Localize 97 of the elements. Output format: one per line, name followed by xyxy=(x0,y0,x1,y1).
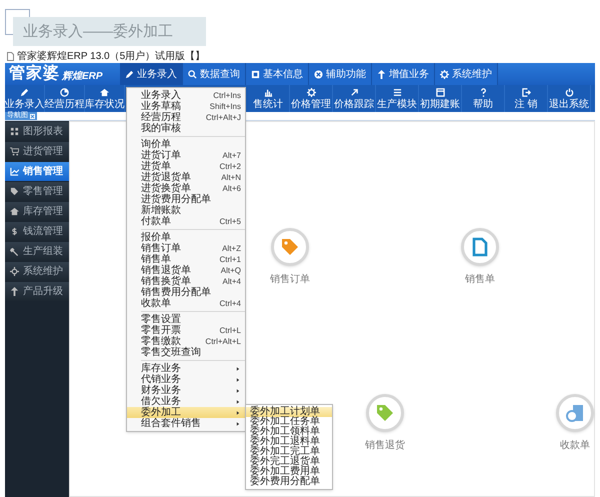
menu-item[interactable]: 进货退货单 Alt+N xyxy=(127,172,245,183)
menu-tab[interactable]: 增值业务 xyxy=(372,63,435,85)
window-icon xyxy=(436,88,444,96)
menu-item[interactable]: 委外加工 xyxy=(127,407,245,418)
menu-item[interactable]: 财务业务 xyxy=(127,385,245,396)
node-label: 销售退货 xyxy=(365,438,405,453)
up-arrow-icon xyxy=(10,287,19,296)
sidebar-item[interactable]: 销售管理 xyxy=(5,162,69,181)
toolbar-button[interactable]: 价格跟踪 xyxy=(333,85,376,112)
toolbar-button[interactable]: 经营历程 xyxy=(45,85,85,112)
sidebar-item[interactable]: 进货管理 xyxy=(5,142,69,161)
exit-icon xyxy=(522,88,530,96)
pencil-icon xyxy=(125,70,134,78)
menu-item[interactable]: 委外加工任务单 xyxy=(246,417,332,427)
menu-item[interactable]: 业务草稿 Shift+Ins xyxy=(127,101,245,112)
cart-icon xyxy=(10,147,19,156)
search-icon xyxy=(188,70,197,78)
menu-item[interactable]: 进货换货单 Alt+6 xyxy=(127,183,245,194)
menu-item[interactable]: 借欠业务 xyxy=(127,396,245,407)
menu-item[interactable]: 委外加工退料单 xyxy=(246,437,332,447)
toolbar-button[interactable]: 价格管理 xyxy=(290,85,333,112)
menu-item[interactable]: 委外完工退货单 xyxy=(246,457,332,467)
menu-tab[interactable]: 辅助功能 xyxy=(309,63,372,85)
toolbar-button[interactable]: 退出系统 xyxy=(548,85,591,112)
menu-item[interactable]: 销售单 Ctrl+1 xyxy=(127,254,245,265)
menu-item[interactable]: 进货费用分配单 xyxy=(127,194,245,205)
menu-item[interactable]: 代销业务 xyxy=(127,374,245,385)
slide-title: 业务录入——委外加工 xyxy=(13,17,206,46)
dollar-icon xyxy=(10,227,19,236)
sidebar-item[interactable]: 系统维护 xyxy=(5,262,69,281)
menu-item[interactable]: 委外加工费用单 xyxy=(246,467,332,477)
menu-tab[interactable]: 业务录入 xyxy=(120,63,183,85)
logo: 管家婆 辉煌ERP xyxy=(8,63,104,84)
menu-item[interactable]: 进货单 Ctrl+2 xyxy=(127,161,245,172)
menu-item[interactable]: 委外加工完工单 xyxy=(246,447,332,457)
square-icon xyxy=(251,70,260,78)
pencil-icon xyxy=(20,88,29,96)
menu-item[interactable]: 零售缴款 Ctrl+Alt+L xyxy=(127,336,245,347)
toolbar-button[interactable]: 售统计 xyxy=(247,85,290,112)
menu-tab[interactable]: 系统维护 xyxy=(435,63,498,85)
node-label: 销售订单 xyxy=(270,272,310,287)
menu-item[interactable]: 业务录入 Ctrl+Ins xyxy=(127,90,245,101)
sidebar-item[interactable]: 图形报表 xyxy=(5,122,69,141)
menu-item[interactable]: 库存业务 xyxy=(127,363,245,374)
menu-item[interactable]: 委外加工计划单 xyxy=(246,407,332,417)
arrow-icon xyxy=(350,88,358,96)
toolbar-button[interactable]: 库存状况 xyxy=(85,85,125,112)
menu-item[interactable]: 付款单 Ctrl+5 xyxy=(127,216,245,227)
toolbar-button[interactable]: 帮助 xyxy=(462,85,505,112)
menu-item[interactable]: 销售退货单 Alt+Q xyxy=(127,265,245,276)
menu-tab[interactable]: 数据查询 xyxy=(183,63,246,85)
pie-icon xyxy=(60,88,69,96)
close-icon[interactable] xyxy=(30,114,35,118)
menu-tab[interactable]: 基本信息 xyxy=(246,63,309,85)
toolbar-button[interactable]: 注 销 xyxy=(505,85,548,112)
menu-item[interactable]: 我的审核 xyxy=(127,123,245,134)
tag-icon xyxy=(10,187,19,196)
node-button[interactable] xyxy=(271,228,309,266)
sidebar-item[interactable]: 生产组装 xyxy=(5,242,69,261)
menu-item[interactable]: 委外费用分配单 xyxy=(246,477,332,487)
sidebar-item[interactable]: 产品升级 xyxy=(5,282,69,301)
toolbar-button[interactable]: 初期建账 xyxy=(419,85,462,112)
menu-item[interactable]: 销售换货单 Alt+4 xyxy=(127,276,245,287)
power-icon xyxy=(564,88,574,96)
menu-item[interactable]: 报价单 xyxy=(127,232,245,243)
grid-icon xyxy=(10,127,19,136)
menu-item[interactable]: 零售设置 xyxy=(127,314,245,325)
menu-item[interactable]: 销售费用分配单 xyxy=(127,287,245,298)
menu-item[interactable]: 新增账款 xyxy=(127,205,245,216)
window-title: 管家婆辉煌ERP 13.0（5用户）试用版【】 xyxy=(17,50,206,62)
menu-item[interactable]: 委外加工领料单 xyxy=(246,427,332,437)
menu-item[interactable]: 询价单 xyxy=(127,139,245,150)
menu-item[interactable]: 零售开票 Ctrl+L xyxy=(127,325,245,336)
menu-item[interactable]: 销售订单 Alt+Z xyxy=(127,243,245,254)
menu-item[interactable]: 经营历程 Ctrl+Alt+J xyxy=(127,112,245,123)
x-circle-icon xyxy=(314,70,323,78)
sidebar-item[interactable]: 钱流管理 xyxy=(5,222,69,241)
menu-item[interactable]: 进货订单 Alt+7 xyxy=(127,150,245,161)
house-icon xyxy=(10,207,19,216)
node-button[interactable] xyxy=(556,394,594,432)
node-label: 销售单 xyxy=(465,272,495,287)
node-button[interactable] xyxy=(461,228,499,266)
menu-item[interactable]: 零售交班查询 xyxy=(127,347,245,358)
menu-item[interactable]: 组合套件销售 xyxy=(127,418,245,429)
toolbar-button[interactable]: 生产模块 xyxy=(376,85,419,112)
menu-item[interactable]: 收款单 Ctrl+4 xyxy=(127,298,245,309)
sidebar-item[interactable]: 零售管理 xyxy=(5,182,69,201)
house-icon xyxy=(100,88,109,96)
node-label: 收款单 xyxy=(560,438,590,453)
line-chart-icon xyxy=(10,167,19,176)
bar-chart-icon xyxy=(264,88,272,96)
up-arrow-icon xyxy=(377,70,386,78)
node-button[interactable] xyxy=(366,394,404,432)
document-icon xyxy=(7,52,14,61)
question-icon xyxy=(478,88,488,96)
list-icon xyxy=(392,88,402,96)
sidebar-item[interactable]: 库存管理 xyxy=(5,202,69,221)
